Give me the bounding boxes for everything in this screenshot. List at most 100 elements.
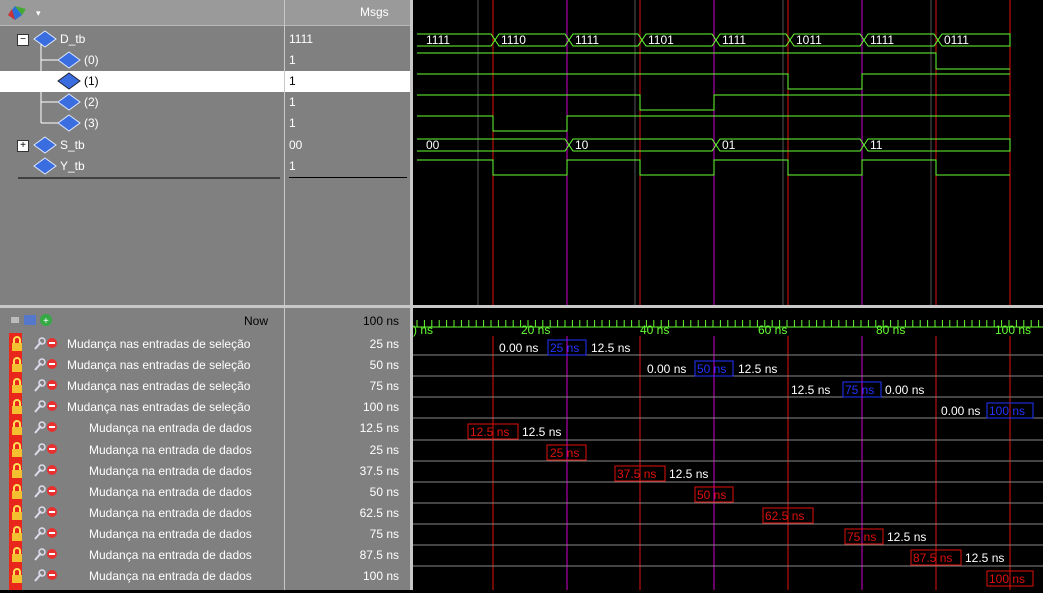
wrench-icon[interactable] [32, 336, 46, 355]
lock-icon[interactable] [11, 504, 23, 524]
wrench-icon[interactable] [32, 378, 46, 397]
wrench-icon[interactable] [32, 463, 46, 482]
cursor-row[interactable]: Mudança na entrada de dados 25 ns [0, 440, 410, 460]
cursor-time[interactable]: 37.5 ns [285, 464, 399, 478]
cursor-time[interactable]: 12.5 ns [285, 421, 399, 435]
delta-label: 12.5 ns [591, 341, 630, 355]
cursor-row[interactable]: Mudança na entrada de dados 50 ns [0, 482, 410, 502]
lock-icon[interactable] [11, 336, 23, 355]
cursor-name[interactable]: Mudança na entrada de dados [89, 548, 252, 562]
dropdown-icon[interactable]: ▾ [36, 8, 41, 19]
signal-name-d0[interactable]: (0) [84, 53, 99, 67]
diamond-icon [33, 157, 57, 178]
cursor-time[interactable]: 50 ns [285, 358, 399, 372]
cursor-time[interactable]: 100 ns [285, 569, 399, 583]
cursor-row[interactable]: Mudança nas entradas de seleção 75 ns [0, 376, 410, 396]
lock-icon[interactable] [11, 525, 23, 545]
cursor-row[interactable]: Mudança nas entradas de seleção 100 ns [0, 397, 410, 417]
pane-header [0, 0, 410, 26]
delete-icon[interactable] [46, 379, 58, 394]
cursor-name[interactable]: Mudança na entrada de dados [89, 421, 252, 435]
delta-label: 0.00 ns [499, 341, 538, 355]
cursor-row[interactable]: Mudança na entrada de dados 37.5 ns [0, 461, 410, 481]
cursor-time[interactable]: 75 ns [285, 379, 399, 393]
wrench-icon[interactable] [32, 526, 46, 545]
wrench-icon[interactable] [32, 505, 46, 524]
delete-icon[interactable] [46, 464, 58, 479]
cursor-row[interactable]: Mudança na entrada de dados 75 ns [0, 524, 410, 544]
cursor-timeline-pane[interactable]: ) ns 20 ns 40 ns 60 ns 80 ns 100 ns 0.00… [413, 308, 1043, 590]
cursor-name[interactable]: Mudança nas entradas de seleção [67, 379, 250, 393]
waveform-pane[interactable]: 1111 1110 1111 1101 1111 1011 1111 0111 … [413, 0, 1043, 305]
cursor-name[interactable]: Mudança na entrada de dados [89, 464, 252, 478]
wave-window-icon[interactable] [6, 3, 36, 21]
cursor-time[interactable]: 100 ns [285, 400, 399, 414]
cursor-name[interactable]: Mudança na entrada de dados [89, 527, 252, 541]
lock-icon[interactable] [11, 420, 23, 439]
cursor-row[interactable]: Mudança na entrada de dados 12.5 ns [0, 418, 410, 438]
wrench-icon[interactable] [32, 442, 46, 461]
time-tick: ) ns [413, 323, 433, 337]
cursor-row[interactable]: Mudança na entrada de dados 87.5 ns [0, 545, 410, 565]
cursor-row[interactable]: Mudança na entrada de dados 100 ns [0, 566, 410, 586]
wrench-icon[interactable] [32, 420, 46, 439]
cursor-row[interactable]: Mudança na entrada de dados 62.5 ns [0, 503, 410, 523]
cursor-tag-dat5: 62.5 ns [765, 509, 804, 523]
delete-icon[interactable] [46, 548, 58, 563]
cursor-row[interactable]: Mudança nas entradas de seleção 50 ns [0, 355, 410, 375]
signal-name-d-tb[interactable]: D_tb [60, 32, 85, 46]
pane-divider[interactable] [284, 0, 285, 305]
signal-name-d1[interactable]: (1) [84, 74, 99, 88]
bus-value-d: 1101 [648, 33, 674, 47]
delete-icon[interactable] [46, 337, 58, 352]
now-value: 100 ns [362, 314, 399, 328]
cursor-add-icon[interactable]: + [10, 312, 54, 331]
cursor-name[interactable]: Mudança nas entradas de seleção [67, 337, 250, 351]
cursor-time[interactable]: 50 ns [285, 485, 399, 499]
lock-icon[interactable] [11, 483, 23, 503]
delete-icon[interactable] [46, 421, 58, 436]
delete-icon[interactable] [46, 485, 58, 500]
cursor-name[interactable]: Mudança na entrada de dados [89, 485, 252, 499]
cursor-name[interactable]: Mudança na entrada de dados [89, 569, 252, 583]
signal-name-y-tb[interactable]: Y_tb [60, 159, 85, 173]
lock-icon[interactable] [11, 399, 23, 418]
bus-value-s: 10 [575, 138, 589, 152]
lock-icon[interactable] [11, 547, 23, 566]
signal-name-s-tb[interactable]: S_tb [60, 138, 85, 152]
signal-value-y-tb: 1 [289, 159, 296, 173]
cursor-tag-sel2: 50 ns [697, 362, 726, 376]
cursor-time[interactable]: 25 ns [285, 337, 399, 351]
cursor-time[interactable]: 87.5 ns [285, 548, 399, 562]
wrench-icon[interactable] [32, 399, 46, 418]
delete-icon[interactable] [46, 443, 58, 458]
bus-value-d: 1011 [796, 33, 822, 47]
cursor-time[interactable]: 25 ns [285, 443, 399, 457]
collapse-icon[interactable]: − [17, 34, 29, 46]
delete-icon[interactable] [46, 569, 58, 584]
wrench-icon[interactable] [32, 357, 46, 376]
lock-icon[interactable] [11, 462, 23, 482]
delete-icon[interactable] [46, 527, 58, 542]
lock-icon[interactable] [11, 378, 23, 397]
lock-icon[interactable] [11, 357, 23, 376]
expand-icon[interactable]: + [17, 140, 29, 152]
cursor-row[interactable]: Mudança nas entradas de seleção 25 ns [0, 334, 410, 354]
wrench-icon[interactable] [32, 547, 46, 566]
cursor-tag-dat6: 75 ns [847, 530, 876, 544]
wrench-icon[interactable] [32, 568, 46, 587]
cursor-time[interactable]: 75 ns [285, 527, 399, 541]
wrench-icon[interactable] [32, 484, 46, 503]
lock-icon[interactable] [11, 568, 23, 587]
signal-name-d2[interactable]: (2) [84, 95, 99, 109]
cursor-name[interactable]: Mudança nas entradas de seleção [67, 400, 250, 414]
cursor-name[interactable]: Mudança nas entradas de seleção [67, 358, 250, 372]
lock-icon[interactable] [11, 441, 23, 461]
signal-name-d3[interactable]: (3) [84, 116, 99, 130]
cursor-name[interactable]: Mudança na entrada de dados [89, 506, 252, 520]
delete-icon[interactable] [46, 506, 58, 521]
delete-icon[interactable] [46, 358, 58, 373]
delete-icon[interactable] [46, 400, 58, 415]
cursor-time[interactable]: 62.5 ns [285, 506, 399, 520]
cursor-name[interactable]: Mudança na entrada de dados [89, 443, 252, 457]
